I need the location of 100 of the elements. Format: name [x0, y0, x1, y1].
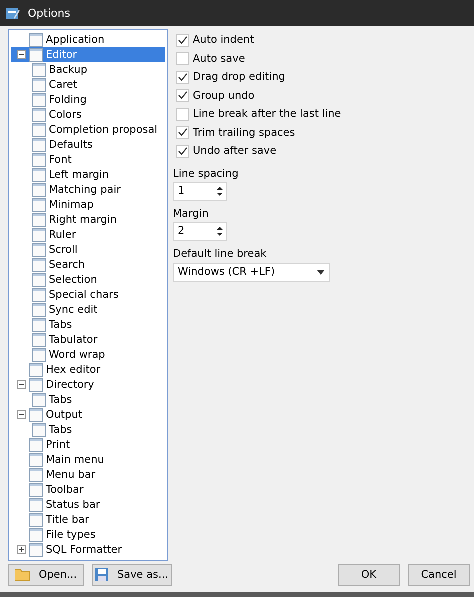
- window-icon: [32, 228, 46, 242]
- field-label: Margin: [173, 206, 210, 222]
- cancel-button[interactable]: Cancel: [408, 564, 470, 586]
- tree-item[interactable]: Sync edit: [11, 302, 165, 317]
- checkbox[interactable]: [176, 34, 189, 47]
- tree-item[interactable]: Completion proposal: [11, 122, 165, 137]
- tree-item[interactable]: File types: [11, 527, 165, 542]
- window-icon: [29, 542, 43, 556]
- tree-item[interactable]: Right margin: [11, 212, 165, 227]
- open-button[interactable]: Open...: [8, 564, 84, 586]
- option-label: Auto save: [193, 52, 246, 65]
- tree-item[interactable]: Font: [11, 152, 165, 167]
- window-icon: [32, 108, 46, 122]
- checkbox[interactable]: [176, 89, 189, 102]
- collapse-icon[interactable]: [17, 380, 26, 389]
- tree-item[interactable]: Tabs: [11, 422, 165, 437]
- window-icon: [32, 168, 46, 182]
- window-icon: [32, 302, 46, 316]
- checkbox[interactable]: [176, 126, 189, 140]
- save-as-button[interactable]: Save as...: [92, 564, 172, 586]
- tree-item[interactable]: Left margin: [11, 167, 165, 182]
- app-icon: [6, 6, 20, 20]
- collapse-icon[interactable]: [17, 50, 26, 59]
- option-label: Trim trailing spaces: [193, 126, 296, 139]
- window-icon: [32, 332, 46, 346]
- line-break-dropdown[interactable]: Windows (CR +LF): [173, 262, 330, 282]
- checkbox[interactable]: [176, 52, 189, 66]
- option-label: Auto indent: [193, 34, 254, 46]
- spin-field[interactable]: 1: [173, 182, 227, 200]
- tree-item[interactable]: Backup: [11, 62, 165, 77]
- spin-arrows-icon[interactable]: [217, 186, 223, 196]
- window-icon: [32, 62, 46, 76]
- window-icon: [29, 452, 43, 466]
- window-icon: [32, 392, 46, 406]
- window-icon: [32, 122, 46, 136]
- tree-item[interactable]: Special chars: [11, 287, 165, 302]
- tree-item[interactable]: Directory: [11, 377, 165, 392]
- tree-item[interactable]: Tabs: [11, 392, 165, 407]
- collapse-icon[interactable]: [17, 410, 26, 419]
- folder-icon: [14, 568, 31, 582]
- spin-field[interactable]: 2: [173, 222, 227, 240]
- tree-item[interactable]: Output: [11, 407, 165, 422]
- tree-item[interactable]: Word wrap: [11, 347, 165, 362]
- window-icon: [29, 482, 43, 496]
- tree-item[interactable]: Matching pair: [11, 182, 165, 197]
- option-label: Drag drop editing: [193, 71, 286, 84]
- tree-item[interactable]: Menu bar: [11, 467, 165, 482]
- window-title: Options: [28, 6, 70, 20]
- tree-item[interactable]: Minimap: [11, 197, 165, 212]
- field-label: Line spacing: [173, 166, 240, 182]
- tree-item[interactable]: Tabulator: [11, 332, 165, 347]
- window-icon: [29, 468, 43, 482]
- tree-item[interactable]: Main menu: [11, 452, 165, 467]
- tree-item[interactable]: Ruler: [11, 227, 165, 242]
- window-icon: [32, 182, 46, 196]
- tree-item[interactable]: SQL Formatter: [11, 542, 165, 557]
- tree-item[interactable]: Search: [11, 257, 165, 272]
- tree-item[interactable]: Status bar: [11, 497, 165, 512]
- window-icon: [32, 318, 46, 332]
- tree-item[interactable]: Title bar: [11, 512, 165, 527]
- window-icon: [29, 48, 43, 62]
- window-icon: [32, 212, 46, 226]
- tree-item[interactable]: Tabs: [11, 317, 165, 332]
- window-icon: [32, 348, 46, 362]
- window-icon: [32, 152, 46, 166]
- tree-item[interactable]: Defaults: [11, 137, 165, 152]
- window-icon: [32, 242, 46, 256]
- dropdown-arrow-icon: [317, 270, 325, 274]
- window-icon: [32, 138, 46, 152]
- checkbox[interactable]: [176, 144, 189, 158]
- tree-item[interactable]: Print: [11, 437, 165, 452]
- tree-item[interactable]: Hex editor: [11, 362, 165, 377]
- window-icon: [29, 512, 43, 526]
- window-icon: [32, 288, 46, 302]
- window-icon: [29, 362, 43, 376]
- tree-item[interactable]: Selection: [11, 272, 165, 287]
- ok-button[interactable]: OK: [338, 564, 400, 586]
- checkbox[interactable]: [176, 70, 189, 84]
- window-icon: [29, 498, 43, 512]
- window-icon: [32, 272, 46, 286]
- checkbox[interactable]: [176, 108, 189, 121]
- option-label: Group undo: [193, 90, 255, 102]
- window-icon: [32, 78, 46, 92]
- tree-item[interactable]: Caret: [11, 77, 165, 92]
- tree-item[interactable]: Toolbar: [11, 482, 165, 497]
- tree-item[interactable]: Editor: [11, 47, 165, 62]
- option-label: Line break after the last line: [193, 108, 342, 120]
- tree-item[interactable]: Colors: [11, 107, 165, 122]
- expand-icon[interactable]: [17, 545, 26, 554]
- tree-item[interactable]: Folding: [11, 92, 165, 107]
- window-icon: [32, 198, 46, 212]
- window-icon: [29, 528, 43, 542]
- option-label: Undo after save: [193, 145, 277, 158]
- tree-item[interactable]: Application: [11, 32, 165, 47]
- tree-item[interactable]: Scroll: [11, 242, 165, 257]
- window-icon: [32, 92, 46, 106]
- window-icon: [29, 408, 43, 422]
- window-icon: [32, 258, 46, 272]
- window-icon: [29, 32, 43, 46]
- spin-arrows-icon[interactable]: [217, 226, 223, 236]
